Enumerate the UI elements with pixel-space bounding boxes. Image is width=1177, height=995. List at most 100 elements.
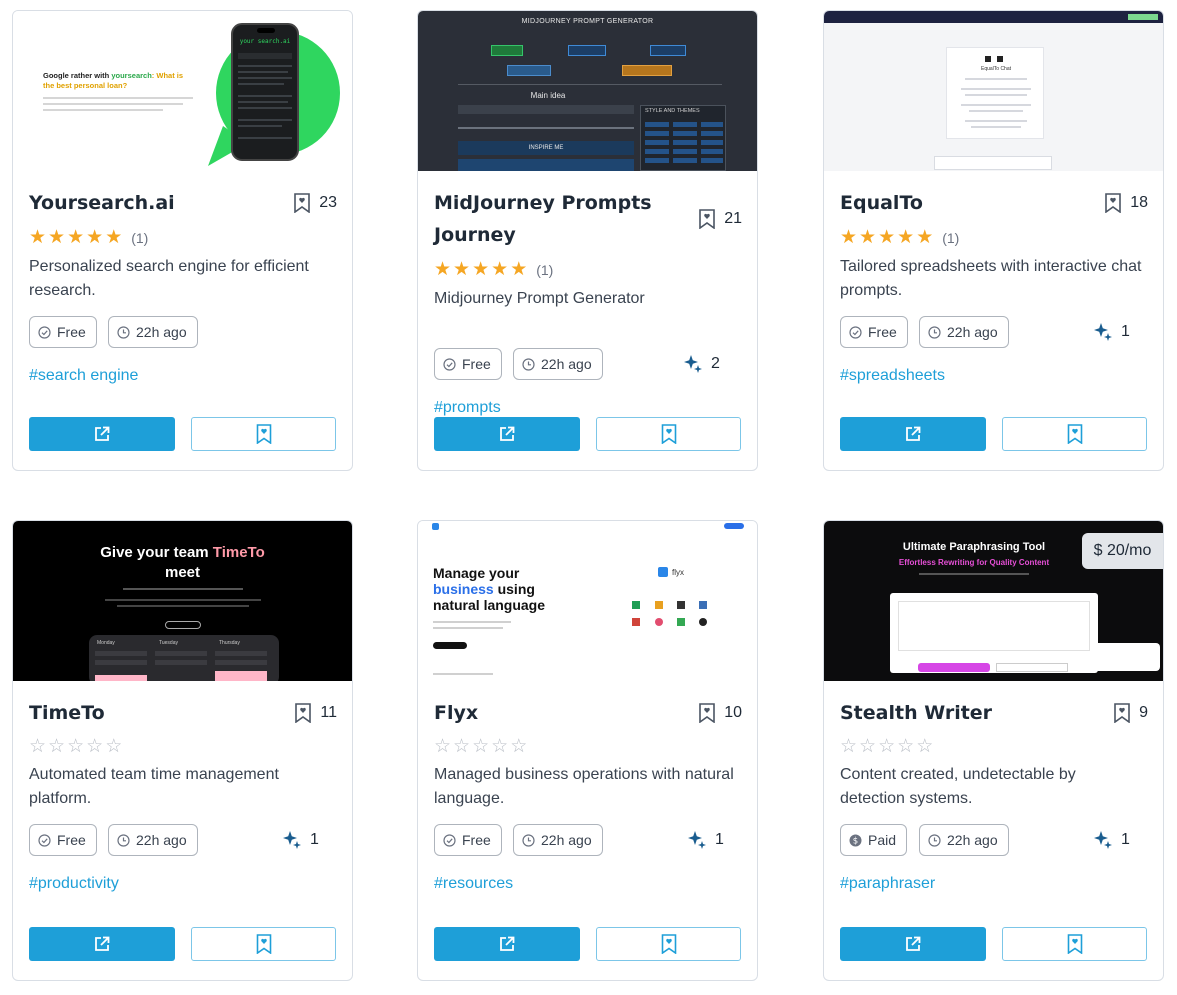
thumb-decor xyxy=(458,127,634,129)
tag-link[interactable]: #spreadsheets xyxy=(840,367,945,385)
thumb-decor xyxy=(491,45,523,56)
thumb-text: Thursday xyxy=(219,640,240,646)
thumb-text: : What is xyxy=(151,71,184,80)
save-count: 18 xyxy=(1104,193,1148,213)
rating-count: (1) xyxy=(536,261,554,278)
upvote-value: 1 xyxy=(310,831,319,848)
open-website-button[interactable] xyxy=(434,417,580,451)
thumb-text: using xyxy=(493,581,535,597)
star-rating: ★ ★ ★ ★ ★ (1) xyxy=(434,260,553,279)
card-thumbnail[interactable]: Google rather with yoursearch: What is t… xyxy=(13,11,352,171)
pricing-badge: Free xyxy=(434,348,502,380)
pricing-label: Free xyxy=(868,324,897,340)
star-empty-icon: ☆ xyxy=(105,736,123,757)
bookmark-button[interactable] xyxy=(596,417,741,451)
open-website-button[interactable] xyxy=(434,927,580,961)
open-website-button[interactable] xyxy=(840,927,986,961)
thumb-decor xyxy=(655,618,663,626)
tool-title[interactable]: TimeTo xyxy=(29,697,259,729)
time-label: 22h ago xyxy=(136,324,187,340)
bookmark-button[interactable] xyxy=(1002,927,1147,961)
pricing-badge: Free xyxy=(434,824,502,856)
thumb-text: meet xyxy=(164,564,201,581)
bookmark-heart-icon xyxy=(1067,934,1082,954)
tool-title[interactable]: Flyx xyxy=(434,697,664,729)
thumb-decor xyxy=(458,84,722,85)
bookmark-button[interactable] xyxy=(191,417,336,451)
tool-title[interactable]: EqualTo xyxy=(840,187,1070,219)
tool-title[interactable]: Stealth Writer xyxy=(840,697,1070,729)
tool-card-equalto[interactable]: EqualTo Chat EqualTo 18 ★ ★ ★ ★ ★ (1) Tailor… xyxy=(823,10,1164,471)
star-icon: ★ xyxy=(434,259,452,280)
external-link-icon xyxy=(906,936,921,951)
external-link-icon xyxy=(906,426,921,441)
thumb-decor xyxy=(650,45,686,56)
thumb-decor xyxy=(919,573,1029,575)
bookmark-button[interactable] xyxy=(596,927,741,961)
upvote-count: 1 xyxy=(1093,322,1130,342)
pricing-badge: Free xyxy=(29,316,97,348)
tool-card-yoursearch[interactable]: Google rather with yoursearch: What is t… xyxy=(12,10,353,471)
bookmark-icon xyxy=(1105,193,1122,213)
save-count: 11 xyxy=(294,703,337,723)
star-empty-icon: ☆ xyxy=(840,736,858,757)
star-icon: ★ xyxy=(453,259,471,280)
rating-count: (1) xyxy=(942,229,960,246)
tool-card-flyx[interactable]: Manage your business using natural langu… xyxy=(417,520,758,981)
thumb-decor xyxy=(433,627,503,629)
save-count-value: 10 xyxy=(724,704,742,721)
thumb-text: Monday xyxy=(97,640,115,646)
bookmark-button[interactable] xyxy=(1002,417,1147,451)
thumb-text: Effortless Rewriting for Quality Content xyxy=(898,558,1050,567)
sparkle-icon xyxy=(1094,831,1112,849)
thumb-decor xyxy=(1094,643,1160,671)
sparkle-icon xyxy=(283,831,301,849)
time-badge: 22h ago xyxy=(513,824,603,856)
upvote-count: 1 xyxy=(1093,830,1130,850)
card-thumbnail[interactable]: Give your team TimeTo meet Monday Tuesda… xyxy=(13,521,352,681)
dollar-circle-icon: $ xyxy=(849,834,862,846)
card-thumbnail[interactable]: EqualTo Chat xyxy=(824,11,1163,171)
sparkle-icon xyxy=(684,355,702,373)
open-website-button[interactable] xyxy=(29,927,175,961)
bookmark-heart-icon xyxy=(661,424,676,444)
tag-link[interactable]: #resources xyxy=(434,875,513,893)
tool-title[interactable]: Yoursearch.ai xyxy=(29,187,259,219)
star-icon: ★ xyxy=(878,227,896,248)
clock-icon xyxy=(117,325,130,339)
sparkle-icon xyxy=(1094,323,1112,341)
thumb-decor xyxy=(105,599,261,601)
open-website-button[interactable] xyxy=(840,417,986,451)
thumb-decor xyxy=(996,663,1068,672)
save-count-value: 9 xyxy=(1139,704,1148,721)
thumb-decor xyxy=(699,618,707,626)
tool-card-stealth-writer[interactable]: Ultimate Paraphrasing Tool Effortless Re… xyxy=(823,520,1164,981)
open-website-button[interactable] xyxy=(29,417,175,451)
thumb-decor xyxy=(677,601,685,609)
tool-title[interactable]: MidJourney Prompts Journey xyxy=(434,187,664,251)
tag-link[interactable]: #paraphraser xyxy=(840,875,935,893)
star-empty-icon: ☆ xyxy=(916,736,934,757)
bookmark-button[interactable] xyxy=(191,927,336,961)
tool-card-midjourney-prompts[interactable]: MIDJOURNEY PROMPT GENERATOR Main idea IN… xyxy=(417,10,758,471)
thumb-decor xyxy=(934,156,1052,170)
thumb-text: flyx xyxy=(672,568,684,577)
save-count: 9 xyxy=(1113,703,1148,723)
tool-description: Managed business operations with natural… xyxy=(434,766,734,807)
price-badge: $ 20/mo xyxy=(1082,533,1163,569)
thumb-text: EqualTo Chat xyxy=(980,66,1012,72)
star-icon: ★ xyxy=(48,227,66,248)
save-count: 23 xyxy=(293,193,337,213)
time-badge: 22h ago xyxy=(919,316,1009,348)
thumb-text: natural language xyxy=(433,597,546,613)
tag-link[interactable]: #productivity xyxy=(29,875,119,893)
tag-link[interactable]: #prompts xyxy=(434,399,501,417)
card-thumbnail[interactable]: Manage your business using natural langu… xyxy=(418,521,757,681)
thumb-decor xyxy=(622,65,672,76)
tool-card-timeto[interactable]: Give your team TimeTo meet Monday Tuesda… xyxy=(12,520,353,981)
pricing-badge: Free xyxy=(840,316,908,348)
tag-link[interactable]: #search engine xyxy=(29,367,138,385)
thumb-decor xyxy=(632,618,640,626)
save-count-value: 23 xyxy=(319,194,337,211)
card-thumbnail[interactable]: MIDJOURNEY PROMPT GENERATOR Main idea IN… xyxy=(418,11,757,171)
